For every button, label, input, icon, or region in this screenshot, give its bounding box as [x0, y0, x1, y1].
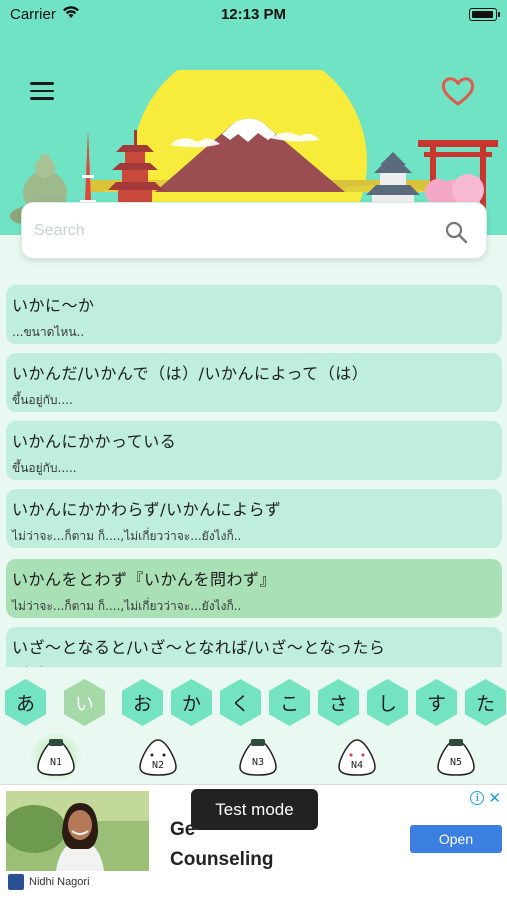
search-icon[interactable]	[444, 220, 468, 244]
grammar-list-item[interactable]: いざ～となると/いざ～となれば/いざ～となったら ...(...)...	[6, 627, 502, 667]
level-n4-button[interactable]: N4	[335, 737, 379, 777]
kana-tab[interactable]: く	[220, 679, 261, 726]
ad-choices[interactable]: i ✕	[470, 789, 501, 807]
grammar-title: いかんにかかわらず/いかんによらず	[12, 500, 282, 519]
grammar-list: いかに～か ...ขนาดไหน.. いかんだ/いかんで（は）/いかんによって（…	[0, 284, 507, 667]
kana-tab[interactable]: た	[465, 679, 506, 726]
grammar-meaning: ...ขนาดไหน..	[12, 325, 85, 339]
grammar-list-item[interactable]: いかんにかかわらず/いかんによらず ไม่ว่าจะ...ก็ตาม ก็...…	[6, 489, 502, 548]
ad-headline-line2: Counseling	[170, 849, 274, 870]
close-icon[interactable]: ✕	[488, 789, 501, 807]
grammar-meaning: ขึ้นอยู่กับ....	[12, 393, 73, 407]
grammar-meaning: ขึ้นอยู่กับ.....	[12, 461, 77, 475]
onigiri-icon: N3	[239, 739, 277, 776]
onigiri-icon: N2	[139, 739, 177, 776]
ad-advertiser[interactable]: Nidhi Nagori	[8, 873, 148, 891]
grammar-meaning: ไม่ว่าจะ...ก็ตาม ก็....,ไม่เกี่ยวว่าจะ..…	[12, 529, 242, 543]
onigiri-icon: N1	[37, 739, 75, 776]
advertiser-name: Nidhi Nagori	[29, 876, 90, 888]
kana-tab[interactable]: お	[122, 679, 163, 726]
level-label: N5	[450, 757, 462, 768]
level-n1-button[interactable]: N1	[28, 733, 84, 781]
grammar-list-item[interactable]: いかに～か ...ขนาดไหน..	[6, 285, 502, 344]
filter-panel: あ い お か く こ さ し す た N1 N2 N3 N4 N5	[0, 667, 507, 784]
test-mode-toast: Test mode	[191, 789, 318, 830]
level-n5-button[interactable]: N5	[434, 737, 478, 777]
grammar-list-item[interactable]: いかんだ/いかんで（は）/いかんによって（は） ขึ้นอยู่กับ....	[6, 353, 502, 412]
level-label: N1	[50, 757, 62, 768]
level-n3-button[interactable]: N3	[236, 737, 280, 777]
grammar-list-item-selected[interactable]: いかんをとわず『いかんを問わず』 ไม่ว่าจะ...ก็ตาม ก็....…	[6, 559, 502, 618]
kana-tab[interactable]: さ	[318, 679, 359, 726]
clock: 12:13 PM	[220, 6, 287, 23]
level-n2-button[interactable]: N2	[136, 737, 180, 777]
ad-image[interactable]	[6, 791, 149, 871]
info-icon[interactable]: i	[470, 791, 485, 805]
search-input[interactable]	[34, 216, 434, 246]
kana-tab[interactable]: か	[171, 679, 212, 726]
status-bar: Carrier 12:13 PM	[0, 0, 507, 30]
advertiser-logo-icon	[8, 874, 24, 890]
grammar-list-item[interactable]: いかんにかかっている ขึ้นอยู่กับ.....	[6, 421, 502, 480]
grammar-title: いかんだ/いかんで（は）/いかんによって（は）	[12, 364, 369, 383]
level-label: N3	[252, 757, 264, 768]
grammar-title: いかんをとわず『いかんを問わず』	[12, 570, 277, 589]
kana-tab[interactable]: こ	[269, 679, 310, 726]
grammar-title: いざ～となると/いざ～となれば/いざ～となったら	[12, 638, 386, 657]
kana-tab-active[interactable]: い	[64, 679, 105, 726]
onigiri-icon: N5	[437, 739, 475, 776]
search-bar[interactable]	[21, 202, 487, 259]
grammar-title: いかんにかかっている	[12, 432, 177, 451]
kana-tab-row: あ い お か く こ さ し す た	[0, 679, 507, 727]
jlpt-level-row: N1 N2 N3 N4 N5	[0, 733, 507, 782]
level-label: N2	[152, 760, 164, 771]
kana-tab[interactable]: す	[416, 679, 457, 726]
onigiri-icon: N4	[338, 739, 376, 776]
grammar-title: いかに～か	[12, 296, 95, 315]
kana-tab[interactable]: あ	[5, 679, 46, 726]
battery-icon	[469, 8, 500, 21]
level-label: N4	[351, 760, 363, 771]
ad-open-button[interactable]: Open	[410, 825, 502, 853]
grammar-meaning: ไม่ว่าจะ...ก็ตาม ก็....,ไม่เกี่ยวว่าจะ..…	[12, 599, 242, 613]
kana-tab[interactable]: し	[367, 679, 408, 726]
